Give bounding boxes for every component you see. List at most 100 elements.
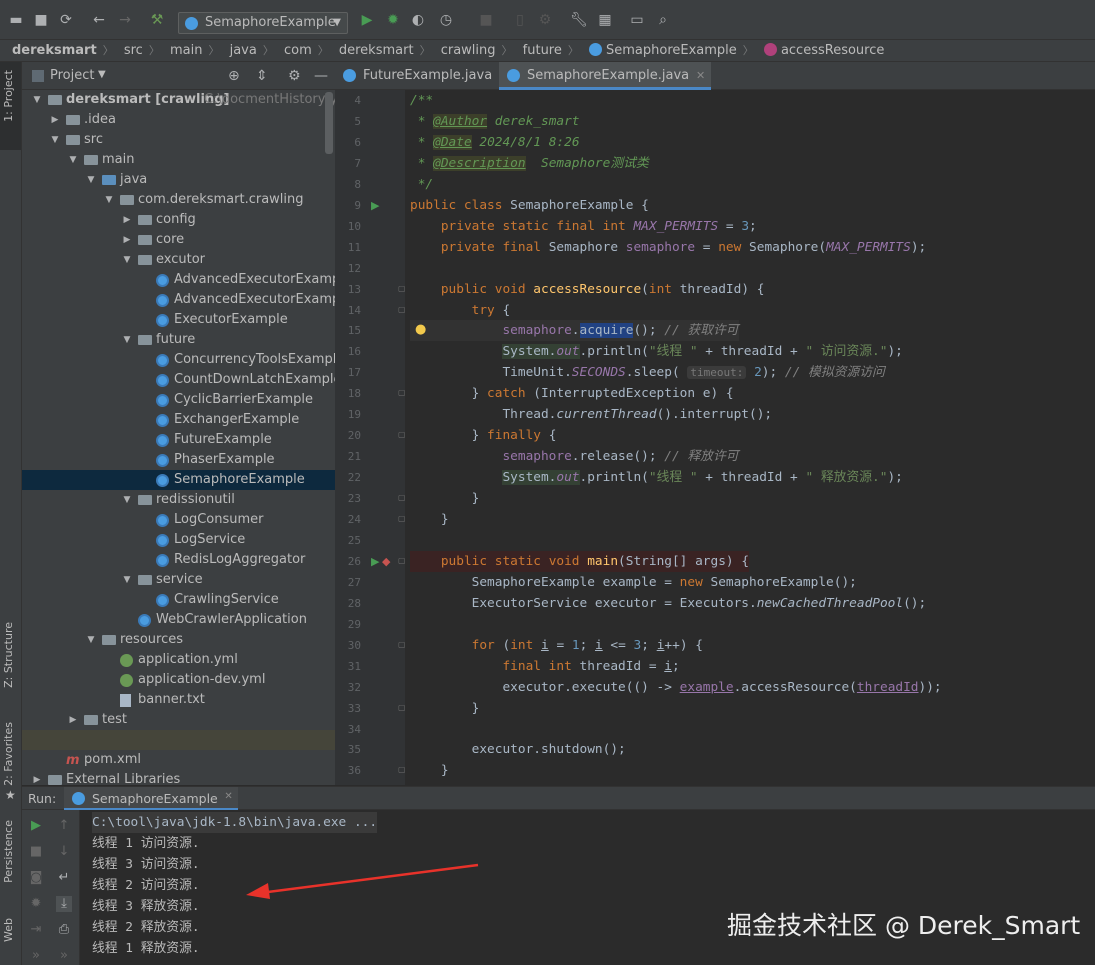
tree-row[interactable]: application-dev.yml xyxy=(22,670,335,690)
more-icon[interactable]: » xyxy=(56,948,72,964)
profile-icon[interactable]: ◷ xyxy=(438,12,454,28)
chevron-down-icon[interactable]: ▼ xyxy=(68,150,78,170)
chevron-down-icon[interactable]: ▼ xyxy=(50,130,60,150)
breadcrumb-item[interactable]: crawling xyxy=(441,43,496,58)
search-icon[interactable]: ⌕ xyxy=(655,12,671,28)
tree-row[interactable]: ▼ excutor xyxy=(22,250,335,270)
breadcrumb-item[interactable]: accessResource xyxy=(781,43,884,58)
tree-row[interactable]: CyclicBarrierExample xyxy=(22,390,335,410)
forward-icon[interactable]: → xyxy=(117,12,133,28)
chevron-right-icon[interactable]: ▶ xyxy=(122,230,132,250)
code-line[interactable]: executor.shutdown(); xyxy=(410,739,626,760)
code-line[interactable]: try { xyxy=(410,300,511,321)
tree-row[interactable]: ConcurrencyToolsExample xyxy=(22,350,335,370)
chevron-down-icon[interactable]: ▼ xyxy=(86,170,96,190)
chevron-down-icon[interactable]: ▼ xyxy=(86,630,96,650)
down-icon[interactable]: ↓ xyxy=(56,844,72,860)
minimize-icon[interactable]: — xyxy=(314,68,328,84)
tree-row[interactable]: LogConsumer xyxy=(22,510,335,530)
tree-row[interactable]: banner.txt xyxy=(22,690,335,710)
collapse-all-icon[interactable]: ⇕ xyxy=(256,68,268,84)
tree-row[interactable]: ▼ java xyxy=(22,170,335,190)
breadcrumb-item[interactable]: src xyxy=(124,43,143,58)
close-icon[interactable]: ✕ xyxy=(224,791,232,802)
code-line[interactable]: * @Date 2024/8/1 8:26 xyxy=(410,132,580,153)
tree-row[interactable]: AdvancedExecutorExample xyxy=(22,270,335,290)
chevron-down-icon[interactable]: ▼ xyxy=(122,570,132,590)
code-line[interactable]: System.out.println("线程 " + threadId + " … xyxy=(410,341,903,362)
tree-row[interactable]: ▼ future xyxy=(22,330,335,350)
tree-row[interactable]: ▶ core xyxy=(22,230,335,250)
breadcrumb-item[interactable]: java xyxy=(230,43,257,58)
open-folder-icon[interactable]: ▬ xyxy=(8,12,24,28)
code-line[interactable]: System.out.println("线程 " + threadId + " … xyxy=(410,467,903,488)
editor-gutter[interactable]: 4 5 6 7 8 9 ▶ 10 11 12 13 ▢ 14 ▢ 15 16 17 18 ▢ 19 20 ▢ 21 22 23 ▢… xyxy=(335,90,406,785)
tree-row[interactable]: ▶ test xyxy=(22,710,335,730)
chevron-right-icon[interactable]: ▶ xyxy=(32,770,42,785)
sync-icon[interactable]: ⟳ xyxy=(58,12,74,28)
rerun-icon[interactable]: ▶ xyxy=(28,818,44,834)
code-line[interactable]: private final Semaphore semaphore = new … xyxy=(410,237,926,258)
chevron-right-icon[interactable]: ▶ xyxy=(50,110,60,130)
more-icon[interactable]: » xyxy=(28,948,44,964)
save-icon[interactable]: ■ xyxy=(33,12,49,28)
tree-row[interactable]: LogService xyxy=(22,530,335,550)
code-line[interactable]: } xyxy=(410,698,480,719)
run-configuration-select[interactable]: SemaphoreExample ▼ xyxy=(178,12,348,34)
chevron-down-icon[interactable]: ▼ xyxy=(122,490,132,510)
tree-row[interactable]: WebCrawlerApplication xyxy=(22,610,335,630)
locate-icon[interactable]: ⊕ xyxy=(228,68,240,84)
print-icon[interactable]: ⎙ xyxy=(56,922,72,938)
tool-tab-structure[interactable]: Z: Structure xyxy=(2,622,15,688)
tree-row[interactable]: ▼ service xyxy=(22,570,335,590)
stop-icon[interactable]: ■ xyxy=(478,12,494,28)
breadcrumb-item[interactable]: dereksmart xyxy=(339,43,414,58)
soft-wrap-icon[interactable]: ↵ xyxy=(56,870,72,886)
lightbulb-icon[interactable]: ● xyxy=(415,322,426,337)
tool-tab-persistence[interactable]: Persistence xyxy=(2,820,15,883)
gear-icon[interactable]: ⚙ xyxy=(288,68,301,84)
code-line[interactable]: executor.execute(() -> example.accessRes… xyxy=(410,677,941,698)
code-line[interactable]: final int threadId = i; xyxy=(410,656,679,677)
run-gutter-icon[interactable]: ▶ xyxy=(371,199,379,212)
code-line[interactable]: } xyxy=(410,509,449,530)
code-line[interactable]: * @Description Semaphore测试类 xyxy=(410,153,649,174)
code-editor[interactable]: /** * @Author derek_smart * @Date 2024/8… xyxy=(405,90,1095,785)
tree-row[interactable]: m pom.xml xyxy=(22,750,335,770)
tree-row[interactable]: RedisLogAggregator xyxy=(22,550,335,570)
tool-tab-web[interactable]: Web xyxy=(2,918,15,942)
code-line[interactable]: } xyxy=(410,488,480,509)
settings-run-icon[interactable]: ⚙ xyxy=(537,12,553,28)
attach-icon[interactable]: ▯ xyxy=(512,12,528,28)
tree-row[interactable]: ▶ .idea xyxy=(22,110,335,130)
up-icon[interactable]: ↑ xyxy=(56,818,72,834)
breadcrumb-item[interactable]: future xyxy=(523,43,562,58)
code-line[interactable]: ExecutorService executor = Executors.new… xyxy=(410,593,927,614)
tree-row[interactable]: AdvancedExecutorExamples xyxy=(22,290,335,310)
tree-scrollbar[interactable] xyxy=(325,92,333,154)
code-line[interactable]: private static final int MAX_PERMITS = 3… xyxy=(410,216,757,237)
tree-row[interactable]: ▼ resources xyxy=(22,630,335,650)
coverage-icon[interactable]: ◐ xyxy=(410,12,426,28)
code-line[interactable]: semaphore.release(); // 释放许可 xyxy=(410,446,738,467)
camera-icon[interactable]: ◙ xyxy=(28,870,44,886)
breadcrumb-item[interactable]: main xyxy=(170,43,202,58)
chevron-down-icon[interactable]: ▼ xyxy=(122,250,132,270)
code-line[interactable]: public static void main(String[] args) { xyxy=(410,550,750,572)
tree-row[interactable]: FutureExample xyxy=(22,430,335,450)
project-panel-title[interactable]: Project xyxy=(50,68,94,83)
breadcrumb-item[interactable]: com xyxy=(284,43,312,58)
tree-row[interactable]: ExecutorExample xyxy=(22,310,335,330)
build-hammer-icon[interactable]: ⚒ xyxy=(149,12,165,28)
chevron-down-icon[interactable]: ▼ xyxy=(122,330,132,350)
tree-row[interactable]: ExchangerExample xyxy=(22,410,335,430)
debug-icon[interactable]: ✹ xyxy=(28,896,44,912)
run-gutter-icon[interactable]: ▶ xyxy=(371,555,379,568)
tool-tab-favorites[interactable]: 2: Favorites xyxy=(2,722,15,786)
code-line[interactable]: * @Author derek_smart xyxy=(410,111,580,132)
code-line[interactable]: public void accessResource(int threadId)… xyxy=(410,279,765,300)
tab-future-example[interactable]: FutureExample.java ✕ xyxy=(335,62,514,90)
tree-row[interactable]: ▶ External Libraries xyxy=(22,770,335,785)
code-line[interactable]: SemaphoreExample example = new Semaphore… xyxy=(410,572,857,593)
chevron-right-icon[interactable]: ▶ xyxy=(122,210,132,230)
